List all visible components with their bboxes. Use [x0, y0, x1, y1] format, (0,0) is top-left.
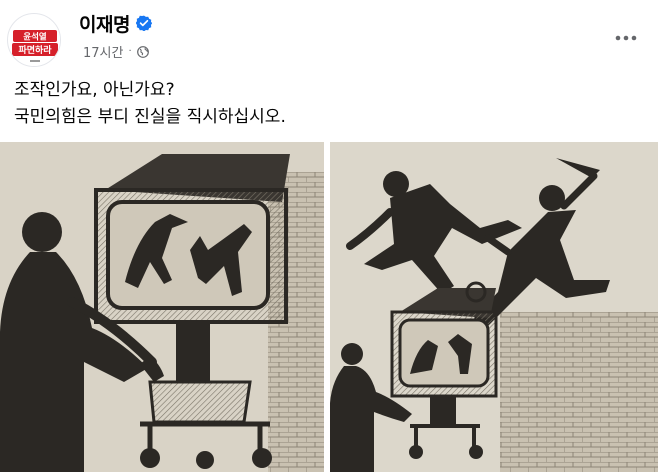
post-header: 윤석열 파면하라 이재명 17시간 · [0, 0, 658, 72]
post-text: 조작인가요, 아닌가요? 국민의힘은 부디 진실을 직시하십시오. [14, 77, 634, 131]
illustration-right-image [330, 142, 658, 472]
post-text-line-2: 국민의힘은 부디 진실을 직시하십시오. [14, 107, 286, 127]
avatar-image: 윤석열 파면하라 [9, 15, 60, 66]
more-horizontal-icon [615, 35, 637, 41]
avatar-line-1: 윤석열 [23, 32, 47, 43]
verified-badge-icon [135, 15, 153, 32]
post-text-line-1: 조작인가요, 아닌가요? [14, 80, 175, 100]
illustration-right[interactable] [330, 142, 658, 472]
post-meta: 17시간 · [83, 42, 149, 61]
meta-separator: · [128, 46, 132, 57]
avatar-line-2: 파면하라 [18, 44, 52, 56]
author-name[interactable]: 이재명 [79, 10, 130, 37]
illustration-left[interactable] [0, 142, 324, 472]
post-time[interactable]: 17시간 [83, 42, 123, 61]
more-options-button[interactable] [608, 20, 644, 56]
post-media[interactable] [0, 142, 658, 472]
author-row: 이재명 [79, 10, 153, 37]
illustration-left-image [0, 142, 324, 472]
globe-icon [136, 45, 149, 58]
avatar[interactable]: 윤석열 파면하라 [7, 13, 61, 67]
